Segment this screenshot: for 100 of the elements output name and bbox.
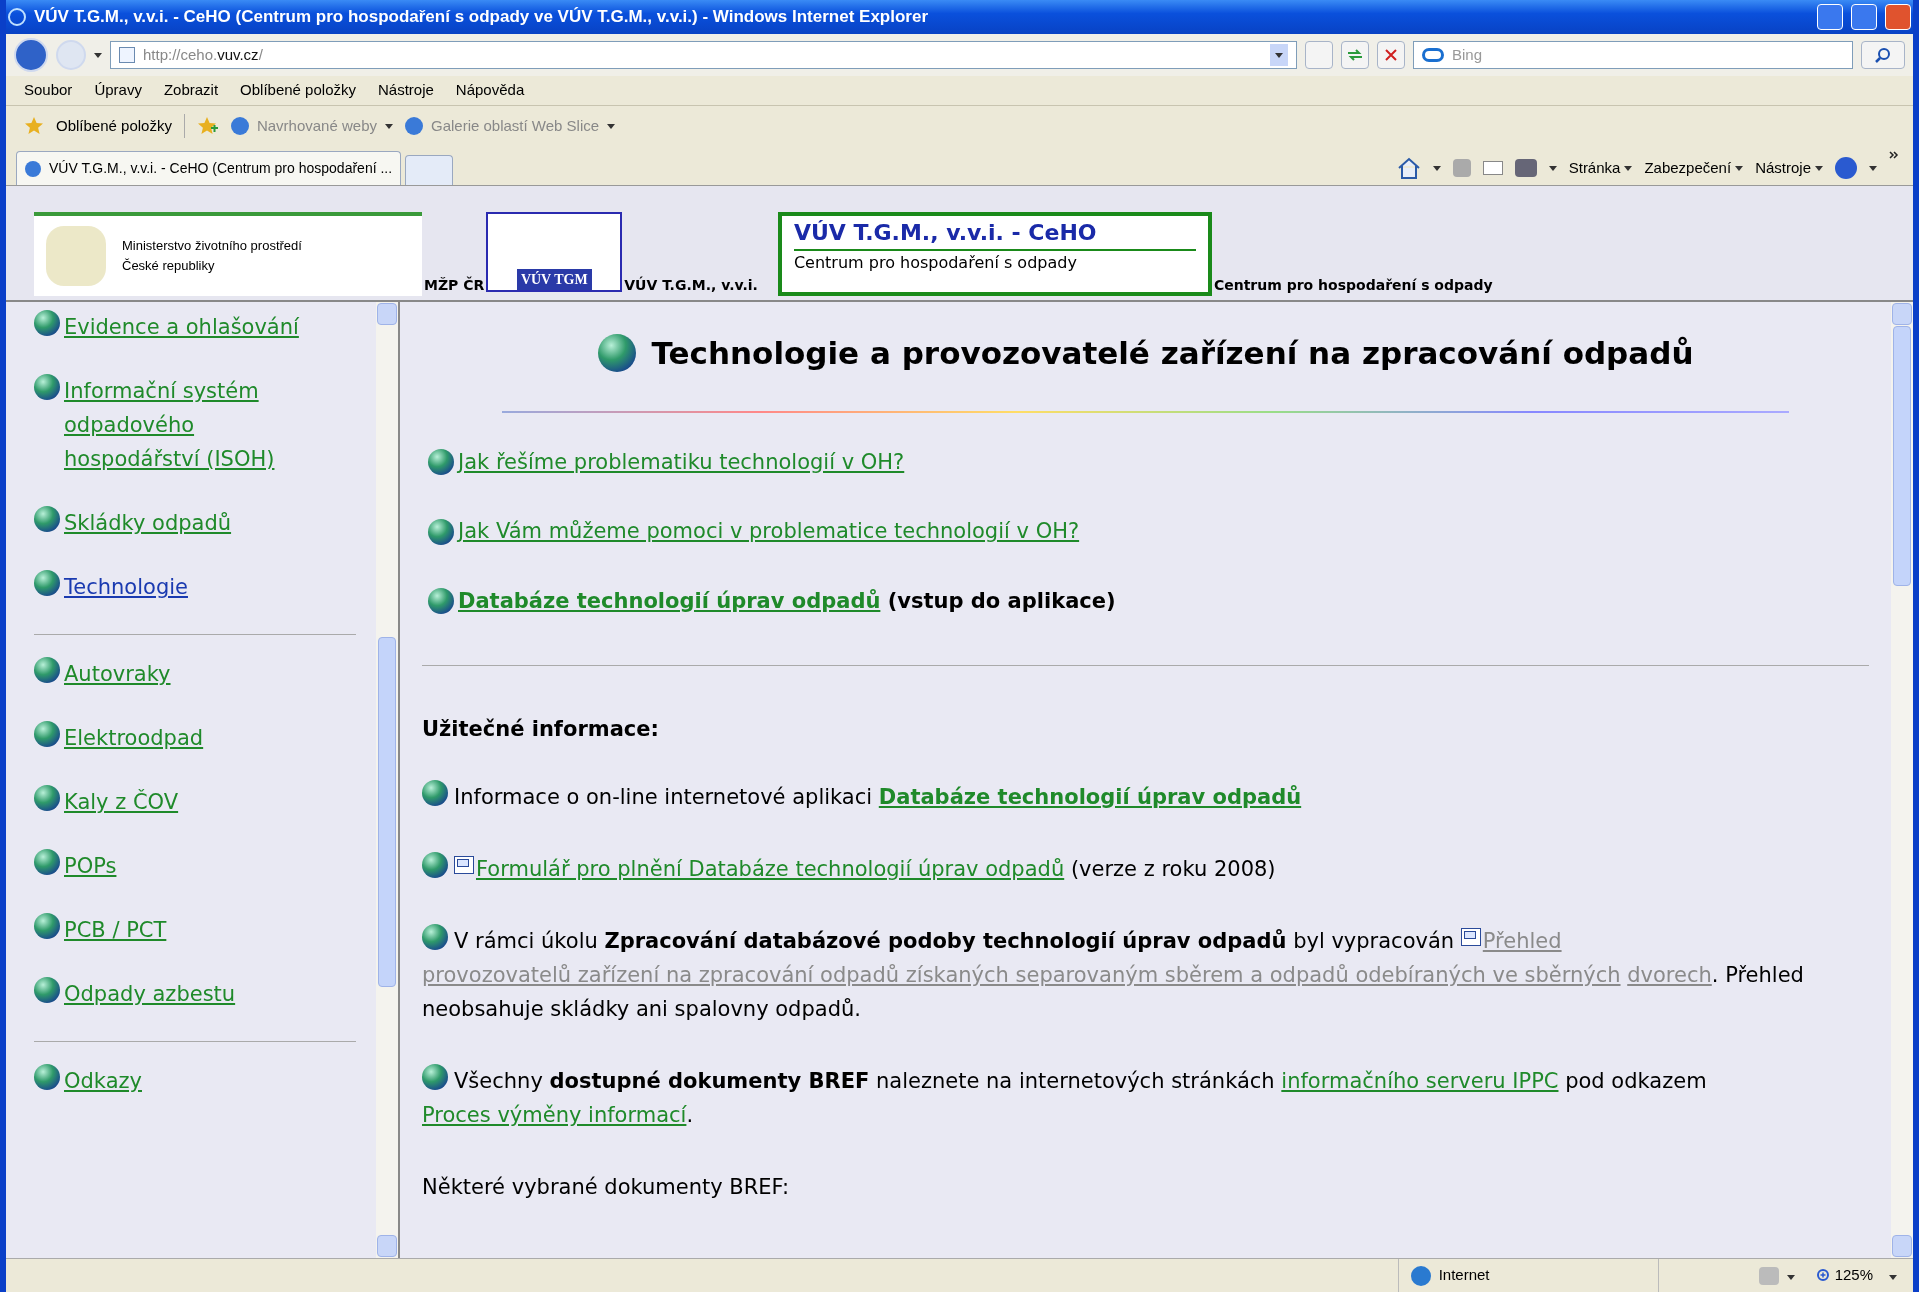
- close-button[interactable]: [1885, 4, 1911, 30]
- command-menu[interactable]: Zabezpečení: [1644, 156, 1744, 180]
- favorites-link[interactable]: Galerie oblastí Web Slice: [431, 114, 600, 138]
- close-icon: [1385, 49, 1397, 61]
- browser-tab[interactable]: VÚV T.G.M., v.v.i. - CeHO (Centrum pro hospodaření ...: [16, 151, 402, 185]
- caret-icon: [1624, 165, 1633, 171]
- stop-button[interactable]: [1377, 41, 1405, 69]
- text-link[interactable]: dvorech: [1627, 962, 1712, 987]
- body-text: Některé vybrané dokumenty BREF:: [422, 1173, 791, 1201]
- caret-icon: [1432, 165, 1441, 171]
- caret-icon: [385, 123, 393, 129]
- info-paragraph: Informace o on-line internetové aplikaci Databáze technologií úprav odpadů: [422, 779, 1869, 814]
- text-link[interactable]: Databáze technologií úprav odpadů: [878, 784, 1302, 809]
- home-icon[interactable]: [1396, 157, 1421, 179]
- refresh-button[interactable]: [1341, 41, 1369, 69]
- add-favorite-icon[interactable]: [196, 116, 219, 136]
- caret-icon: [1735, 165, 1744, 171]
- logo-text: Ministerstvo životního prostředí: [122, 237, 302, 255]
- sidebar-link[interactable]: Odpady azbestu: [64, 977, 236, 1011]
- search-engine-icon: [1422, 48, 1444, 62]
- refresh-icon: [1347, 48, 1363, 62]
- body-text: (vstup do aplikace): [886, 588, 1116, 613]
- globe-icon: [34, 570, 60, 596]
- globe-icon: [428, 518, 454, 545]
- ceho-logo: VÚV T.G.M., v.v.i. - CeHO Centrum pro hospodaření s odpady: [777, 212, 1212, 296]
- browser-logo-icon: [8, 8, 26, 26]
- sidebar-link[interactable]: Informační systém odpadového hospodářství (ISOH): [64, 374, 304, 476]
- sidebar-link[interactable]: Skládky odpadů: [64, 506, 232, 540]
- text-link[interactable]: Jak řešíme problematiku technologií v OH?: [458, 449, 905, 474]
- globe-icon: [34, 657, 60, 683]
- search-icon: [1875, 47, 1891, 63]
- page-icon: [119, 47, 135, 63]
- text-link[interactable]: provozovatelů zařízení na zpracování odpadů získaných separovaným sběrem a odpadů odebíraných ve sběrných: [422, 962, 1621, 987]
- document-icon: [454, 855, 474, 874]
- sidebar-link[interactable]: PCB / PCT: [64, 913, 167, 947]
- command-menu[interactable]: Stránka: [1568, 156, 1633, 180]
- caret-icon: [1869, 165, 1877, 171]
- page-icon: [25, 160, 41, 177]
- image-caption: VÚV T.G.M., v.v.i.: [624, 275, 758, 295]
- text-link[interactable]: Proces výměny informací: [422, 1102, 687, 1127]
- page-heading: Technologie a provozovatelé zařízení na zpracování odpadů: [651, 334, 1694, 373]
- vuv-logo: VÚV TGM: [486, 212, 623, 292]
- mail-icon[interactable]: [1482, 161, 1503, 175]
- dropdown-icon[interactable]: [1270, 44, 1288, 66]
- menu-item[interactable]: Nástroje: [378, 79, 434, 102]
- sidebar-link[interactable]: Technologie: [64, 570, 188, 604]
- chevron-icon[interactable]: [1889, 151, 1899, 159]
- back-button[interactable]: [14, 38, 48, 72]
- caret-icon: [94, 52, 102, 58]
- security-zone: Internet: [1438, 1265, 1490, 1286]
- sidebar-link[interactable]: Elektroodpad: [64, 721, 204, 755]
- menu-item[interactable]: Zobrazit: [163, 79, 219, 102]
- globe-icon: [422, 1063, 448, 1090]
- scrollbar[interactable]: [376, 302, 398, 1258]
- globe-icon: [428, 588, 454, 615]
- scrollbar[interactable]: [1891, 302, 1913, 1258]
- text-link[interactable]: Databáze technologií úprav odpadů: [458, 588, 881, 613]
- info-paragraph: Formulář pro plnění Databáze technologií úprav odpadů (verze z roku 2008): [422, 851, 1869, 886]
- globe-icon: [597, 334, 636, 373]
- menu-item[interactable]: Soubor: [24, 79, 73, 102]
- search-field[interactable]: Bing: [1413, 41, 1853, 69]
- document-icon: [1460, 927, 1481, 946]
- section-heading: Užitečné informace:: [422, 716, 660, 743]
- globe-icon: [34, 977, 60, 1003]
- text-link[interactable]: Formulář pro plnění Databáze technologií úprav odpadů: [476, 856, 1065, 881]
- menu-item[interactable]: Oblíbené položky: [240, 79, 356, 102]
- address-field[interactable]: http://ceho.vuv.cz/: [110, 41, 1297, 69]
- maximize-button[interactable]: [1851, 4, 1877, 30]
- window-title: VÚV T.G.M., v.v.i. - CeHO (Centrum pro hospodaření s odpady ve VÚV T.G.M., v.v.i.) - Windows Internet Explorer: [34, 6, 930, 29]
- globe-icon: [428, 449, 454, 476]
- zoom-icon[interactable]: [1814, 1267, 1831, 1284]
- caret-icon: [1815, 165, 1823, 171]
- globe-icon: [34, 506, 60, 532]
- globe-icon: [34, 374, 60, 400]
- info-paragraph: Všechny dostupné dokumenty BREF naleznete na internetových stránkách informačního serveru IPPC pod odkazem Proces výměny informací.: [422, 1063, 1869, 1132]
- search-button[interactable]: [1861, 41, 1905, 69]
- sidebar-link[interactable]: Kaly z ČOV: [64, 785, 179, 819]
- minimize-button[interactable]: [1817, 4, 1843, 30]
- globe-icon: [34, 721, 60, 747]
- caret-icon: [1786, 1275, 1795, 1281]
- favorites-link[interactable]: Navrhované weby: [256, 114, 377, 138]
- text-link[interactable]: Jak Vám můžeme pomoci v problematice technologií v OH?: [458, 519, 1080, 543]
- globe-icon: [422, 779, 448, 806]
- text-link[interactable]: informačního serveru IPPC: [1281, 1068, 1559, 1093]
- star-icon: [24, 116, 44, 136]
- globe-icon: [34, 1064, 60, 1090]
- globe-icon: [34, 785, 60, 811]
- menu-item[interactable]: Nápověda: [455, 79, 525, 102]
- sidebar-link[interactable]: Evidence a ohlašování: [64, 310, 299, 344]
- favorites-button[interactable]: Oblíbené položky: [56, 114, 172, 138]
- globe-icon: [34, 849, 60, 875]
- text-link[interactable]: Přehled: [1482, 928, 1562, 953]
- globe-icon: [422, 851, 448, 878]
- sidebar-link[interactable]: Autovraky: [64, 657, 171, 691]
- command-menu[interactable]: Nástroje: [1755, 156, 1823, 180]
- menu-item[interactable]: Úpravy: [94, 79, 142, 102]
- sidebar-link[interactable]: POPs: [64, 849, 117, 883]
- sidebar-link[interactable]: Odkazy: [64, 1064, 142, 1098]
- zoom-level[interactable]: 125%: [1834, 1264, 1873, 1287]
- page-icon: [405, 117, 423, 135]
